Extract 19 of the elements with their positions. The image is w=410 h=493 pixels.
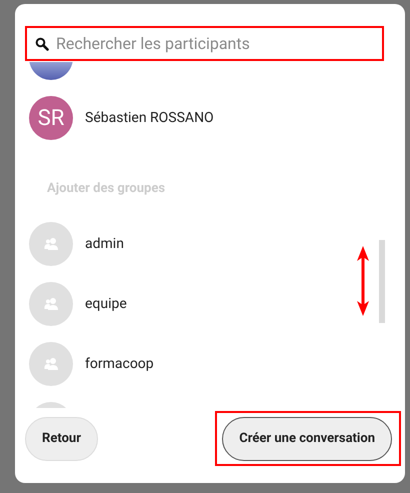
group-icon bbox=[44, 238, 58, 250]
avatar: SR bbox=[29, 96, 73, 140]
group-name: equipe bbox=[85, 294, 127, 314]
group-name: formacoop bbox=[85, 354, 154, 374]
group-item[interactable]: admin bbox=[29, 222, 405, 266]
group-item[interactable]: formacoop bbox=[29, 342, 405, 386]
participant-name: Sébastien ROSSANO bbox=[85, 108, 214, 128]
search-field[interactable]: Rechercher les participants bbox=[25, 26, 384, 61]
group-icon bbox=[44, 358, 58, 370]
scrollbar[interactable] bbox=[379, 240, 385, 323]
double-arrow bbox=[357, 246, 369, 316]
search-input[interactable]: Rechercher les participants bbox=[56, 32, 346, 56]
create-button[interactable]: Créer une conversation bbox=[222, 417, 392, 461]
search-icon bbox=[35, 36, 49, 50]
participant-item[interactable]: SR Sébastien ROSSANO bbox=[29, 96, 405, 140]
back-button[interactable]: Retour bbox=[25, 417, 98, 461]
group-name: admin bbox=[85, 234, 124, 254]
group-icon bbox=[44, 298, 58, 310]
group-item[interactable]: equipe bbox=[29, 282, 405, 326]
